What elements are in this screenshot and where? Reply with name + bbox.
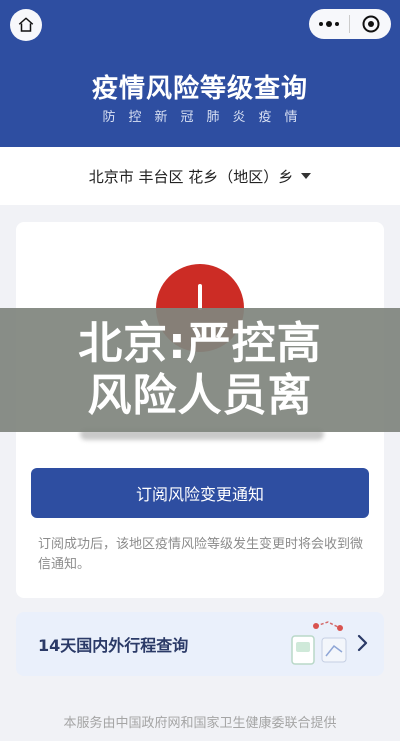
- miniprogram-capsule: [309, 9, 391, 39]
- trip-map-illustration: [291, 621, 347, 665]
- home-icon: [18, 17, 34, 32]
- headline-text: 北京:严控高风险人员离: [78, 318, 322, 421]
- page-subtitle: 防控新冠肺炎疫情: [102, 110, 311, 125]
- subscribe-button[interactable]: 订阅风险变更通知: [31, 468, 369, 518]
- page-title: 疫情风险等级查询: [91, 74, 308, 104]
- more-button[interactable]: [309, 21, 349, 27]
- chevron-right-icon: [357, 634, 368, 652]
- trip-query-label: 14天国内外行程查询: [38, 636, 189, 655]
- header: 疫情风险等级查询 防控新冠肺炎疫情: [0, 0, 400, 147]
- target-icon: [362, 15, 379, 33]
- close-miniprogram-button[interactable]: [350, 14, 391, 34]
- footer-note: 本服务由中国政府网和国家卫生健康委联合提供: [63, 716, 337, 731]
- subscribe-tip: 订阅成功后，该地区疫情风险等级发生变更时将会收到微信通知。: [38, 537, 364, 572]
- more-icon: [319, 22, 323, 26]
- trip-query-card[interactable]: 14天国内外行程查询: [16, 612, 384, 676]
- region-text: 北京市 丰台区 花乡（地区）乡: [88, 167, 294, 186]
- risk-level-mark: [198, 284, 202, 310]
- dropdown-caret-icon: [301, 173, 312, 179]
- home-button[interactable]: [10, 9, 42, 41]
- region-selector[interactable]: 北京市 丰台区 花乡（地区）乡: [0, 147, 400, 205]
- headline-overlay: 北京:严控高风险人员离: [0, 308, 400, 432]
